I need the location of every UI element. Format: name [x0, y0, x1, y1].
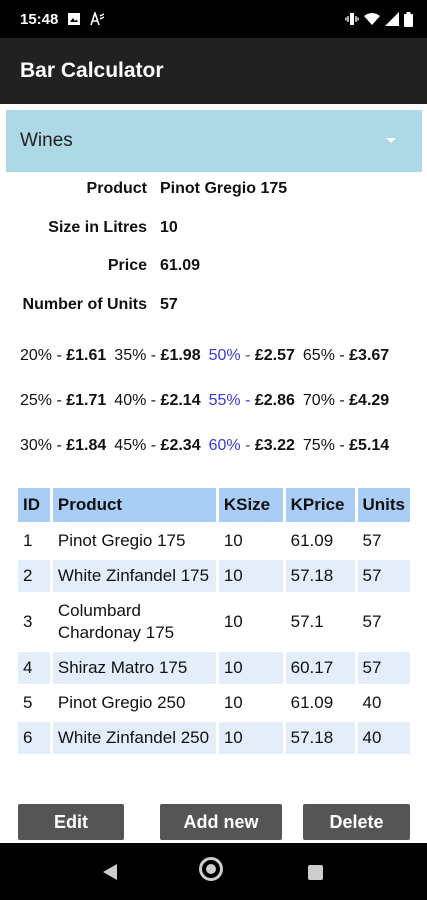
status-bar: 15:48	[0, 0, 427, 38]
recent-apps-icon[interactable]	[308, 865, 323, 880]
percentage-row-1: 20% - £1.61 35% - £1.98 50% - £2.57 65% …	[20, 347, 420, 371]
header-id: ID	[18, 488, 50, 522]
cell-id: 4	[18, 652, 50, 684]
cell-product: Pinot Gregio 175	[57, 531, 186, 550]
category-selected: Wines	[20, 130, 73, 151]
wifi-icon	[364, 13, 380, 25]
cell-ksize: 10	[218, 652, 283, 684]
size-value: 10	[160, 219, 178, 236]
back-icon[interactable]	[103, 864, 117, 880]
product-value: Pinot Gregio 175	[160, 180, 288, 197]
cell-ksize: 10	[223, 531, 243, 550]
size-label: Size in Litres	[48, 219, 147, 236]
cell-kprice: 57.18	[285, 722, 355, 754]
table-row[interactable]: 5 Pinot Gregio 250 10 61.09 40	[18, 687, 410, 719]
product-label: Product	[86, 180, 147, 197]
percentage-cell-highlight: 55% - £2.86	[208, 392, 295, 409]
header-product: Product	[52, 488, 216, 522]
percentage-row-3: 30% - £1.84 45% - £2.34 60% - £3.22 75% …	[20, 437, 420, 461]
units-value: 57	[160, 296, 178, 313]
cell-product: Shiraz Matro 175	[52, 652, 216, 684]
vibrate-icon	[345, 13, 359, 25]
percentage-cell: 35% - £1.98	[114, 347, 201, 364]
navigation-bar	[0, 843, 427, 900]
cell-units: 40	[357, 722, 410, 754]
signal-icon	[385, 12, 399, 26]
cell-product: White Zinfandel 250	[52, 722, 216, 754]
cell-ksize: 10	[218, 722, 283, 754]
table-row[interactable]: 6 White Zinfandel 250 10 57.18 40	[18, 722, 410, 754]
table-header-row: ID Product KSize KPrice Units	[18, 488, 410, 522]
percentage-cell: 40% - £2.14	[114, 392, 201, 409]
cell-units: 57	[362, 531, 382, 550]
image-icon	[68, 13, 81, 25]
dropdown-arrow-icon	[386, 138, 396, 143]
cell-kprice: 60.17	[285, 652, 355, 684]
home-icon[interactable]	[199, 857, 223, 881]
percentage-cell: 25% - £1.71	[20, 392, 107, 409]
cell-id: 5	[23, 693, 33, 712]
detail-row-units: Number of Units 57	[0, 296, 427, 320]
app-bar: Bar Calculator	[0, 38, 427, 104]
cell-ksize: 10	[223, 693, 243, 712]
add-new-button[interactable]: Add new	[160, 804, 282, 840]
detail-row-size: Size in Litres 10	[0, 219, 427, 243]
cell-kprice: 61.09	[290, 693, 334, 712]
battery-icon	[404, 11, 413, 27]
cell-id: 6	[18, 722, 50, 754]
cell-product: White Zinfandel 175	[52, 560, 216, 592]
font-icon	[90, 12, 105, 26]
table-row[interactable]: 1 Pinot Gregio 175 10 61.09 57	[18, 525, 410, 557]
header-ksize: KSize	[218, 488, 283, 522]
table-row[interactable]: 3 Columbard Chardonay 175 10 57.1 57	[18, 595, 410, 649]
edit-button[interactable]: Edit	[18, 804, 124, 840]
percentage-cell-highlight: 60% - £3.22	[208, 437, 295, 454]
status-time: 15:48	[20, 10, 59, 28]
cell-id: 1	[23, 531, 33, 550]
cell-kprice: 57.18	[285, 560, 355, 592]
percentage-cell: 70% - £4.29	[302, 392, 390, 409]
units-label: Number of Units	[22, 296, 147, 313]
detail-row-price: Price 61.09	[0, 257, 427, 281]
cell-product: Pinot Gregio 250	[57, 693, 186, 712]
percentage-cell-highlight: 50% - £2.57	[208, 347, 295, 364]
cell-units: 40	[362, 693, 382, 712]
cell-id: 2	[18, 560, 50, 592]
detail-row-product: Product Pinot Gregio 175	[0, 180, 427, 204]
header-units: Units	[357, 488, 410, 522]
category-spinner[interactable]: Wines	[6, 110, 422, 172]
cell-units: 57	[362, 612, 382, 631]
percentage-cell: 20% - £1.61	[20, 347, 107, 364]
cell-product: Columbard Chardonay 175	[57, 601, 175, 642]
price-value: 61.09	[160, 257, 201, 274]
cell-kprice: 61.09	[290, 531, 334, 550]
percentage-cell: 30% - £1.84	[20, 437, 107, 454]
percentage-row-2: 25% - £1.71 40% - £2.14 55% - £2.86 70% …	[20, 392, 420, 416]
table-row[interactable]: 4 Shiraz Matro 175 10 60.17 57	[18, 652, 410, 684]
table-row[interactable]: 2 White Zinfandel 175 10 57.18 57	[18, 560, 410, 592]
app-title: Bar Calculator	[20, 59, 164, 82]
cell-ksize: 10	[218, 560, 283, 592]
cell-id: 3	[23, 612, 33, 631]
percentage-cell: 65% - £3.67	[302, 347, 390, 364]
cell-units: 57	[357, 560, 410, 592]
cell-units: 57	[357, 652, 410, 684]
products-table: ID Product KSize KPrice Units 1 Pinot Gr…	[16, 486, 413, 757]
cell-kprice: 57.1	[290, 612, 324, 631]
products-table-scroll[interactable]: ID Product KSize KPrice Units 1 Pinot Gr…	[16, 486, 414, 781]
delete-button[interactable]: Delete	[303, 804, 410, 840]
price-label: Price	[107, 257, 147, 274]
header-kprice: KPrice	[285, 488, 355, 522]
percentage-cell: 75% - £5.14	[302, 437, 390, 454]
percentage-cell: 45% - £2.34	[114, 437, 201, 454]
cell-ksize: 10	[223, 612, 243, 631]
